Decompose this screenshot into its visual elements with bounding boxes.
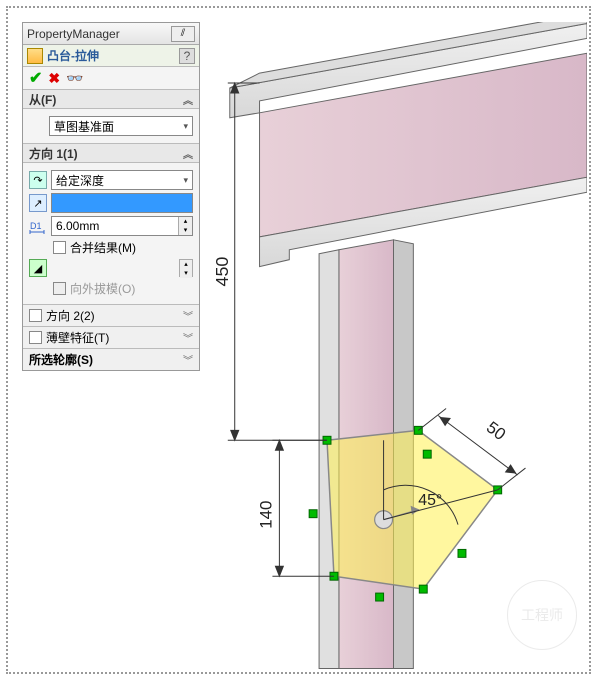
merge-checkbox[interactable] — [53, 241, 66, 254]
dir1-label: 方向 1(1) — [29, 145, 78, 162]
from-section-head[interactable]: 从(F) ︽ — [23, 89, 199, 109]
extrude-icon — [27, 48, 43, 64]
chevron-down-icon: ▾ — [183, 175, 188, 186]
dir2-section[interactable]: 方向 2(2) ︾ — [23, 304, 199, 326]
contours-label: 所选轮廓(S) — [29, 351, 179, 368]
contours-section[interactable]: 所选轮廓(S) ︾ — [23, 348, 199, 370]
feature-name: 凸台-拉伸 — [47, 47, 179, 64]
watermark: 工程师 — [507, 580, 577, 650]
dim-50: 50 — [483, 418, 509, 444]
distance-spinner[interactable]: ▴▾ — [178, 217, 192, 235]
chevron-up-icon: ︽ — [183, 146, 193, 161]
depth-input[interactable] — [51, 193, 193, 213]
draft-spinner[interactable]: ▴▾ — [179, 259, 193, 277]
from-section-body: 草图基准面 ▾ — [23, 109, 199, 143]
reverse-direction-icon[interactable]: ↷ — [29, 171, 47, 189]
dim-140: 140 — [256, 501, 275, 529]
pm-header: PropertyManager ⫽ — [23, 23, 199, 45]
draft-icon[interactable]: ◢ — [29, 259, 47, 277]
dir2-checkbox[interactable] — [29, 309, 42, 322]
distance-value: 6.00mm — [52, 219, 178, 233]
thin-section[interactable]: 薄壁特征(T) ︾ — [23, 326, 199, 348]
dim-450: 450 — [212, 257, 232, 287]
dim-angle: 45° — [418, 492, 442, 509]
action-row: ✔ ✖ 👓 — [23, 67, 199, 89]
feature-title-row: 凸台-拉伸 ? — [23, 45, 199, 67]
distance-input[interactable]: 6.00mm ▴▾ — [51, 216, 193, 236]
draft-outward-checkbox — [53, 282, 66, 295]
preview-button[interactable]: 👓 — [66, 70, 83, 87]
from-label: 从(F) — [29, 91, 56, 108]
chevron-up-icon: ︽ — [183, 92, 193, 107]
svg-text:D1: D1 — [30, 221, 42, 231]
draft-outward-label: 向外拔模(O) — [70, 280, 135, 297]
viewport-3d[interactable]: 450 140 50 45° — [200, 22, 587, 670]
thin-label: 薄壁特征(T) — [46, 329, 179, 346]
distance-icon: D1 — [29, 217, 47, 235]
chevron-down-icon: ︾ — [183, 352, 193, 367]
dir2-label: 方向 2(2) — [46, 307, 179, 324]
end-condition-value: 给定深度 — [56, 172, 104, 189]
dir1-section-head[interactable]: 方向 1(1) ︽ — [23, 143, 199, 163]
merge-label: 合并结果(M) — [70, 239, 136, 256]
chevron-down-icon: ︾ — [183, 308, 193, 323]
from-select[interactable]: 草图基准面 ▾ — [49, 116, 193, 136]
thin-checkbox[interactable] — [29, 331, 42, 344]
from-value: 草图基准面 — [54, 118, 114, 135]
cancel-button[interactable]: ✖ — [48, 70, 60, 87]
help-icon[interactable]: ? — [179, 48, 195, 64]
dir1-section-body: ↷ 给定深度 ▾ ↗ D1 6.00mm ▴▾ 合并结果(M) ◢ — [23, 163, 199, 304]
pin-icon[interactable]: ⫽ — [171, 26, 195, 42]
direction-vector-icon[interactable]: ↗ — [29, 194, 47, 212]
property-manager-panel: PropertyManager ⫽ 凸台-拉伸 ? ✔ ✖ 👓 从(F) ︽ 草… — [22, 22, 200, 371]
pm-title: PropertyManager — [27, 27, 120, 41]
draft-outward-row: 向外拔模(O) — [53, 280, 193, 297]
end-condition-select[interactable]: 给定深度 ▾ — [51, 170, 193, 190]
merge-checkbox-row[interactable]: 合并结果(M) — [53, 239, 193, 256]
chevron-down-icon: ︾ — [183, 330, 193, 345]
ok-button[interactable]: ✔ — [29, 68, 42, 88]
chevron-down-icon: ▾ — [183, 121, 188, 132]
